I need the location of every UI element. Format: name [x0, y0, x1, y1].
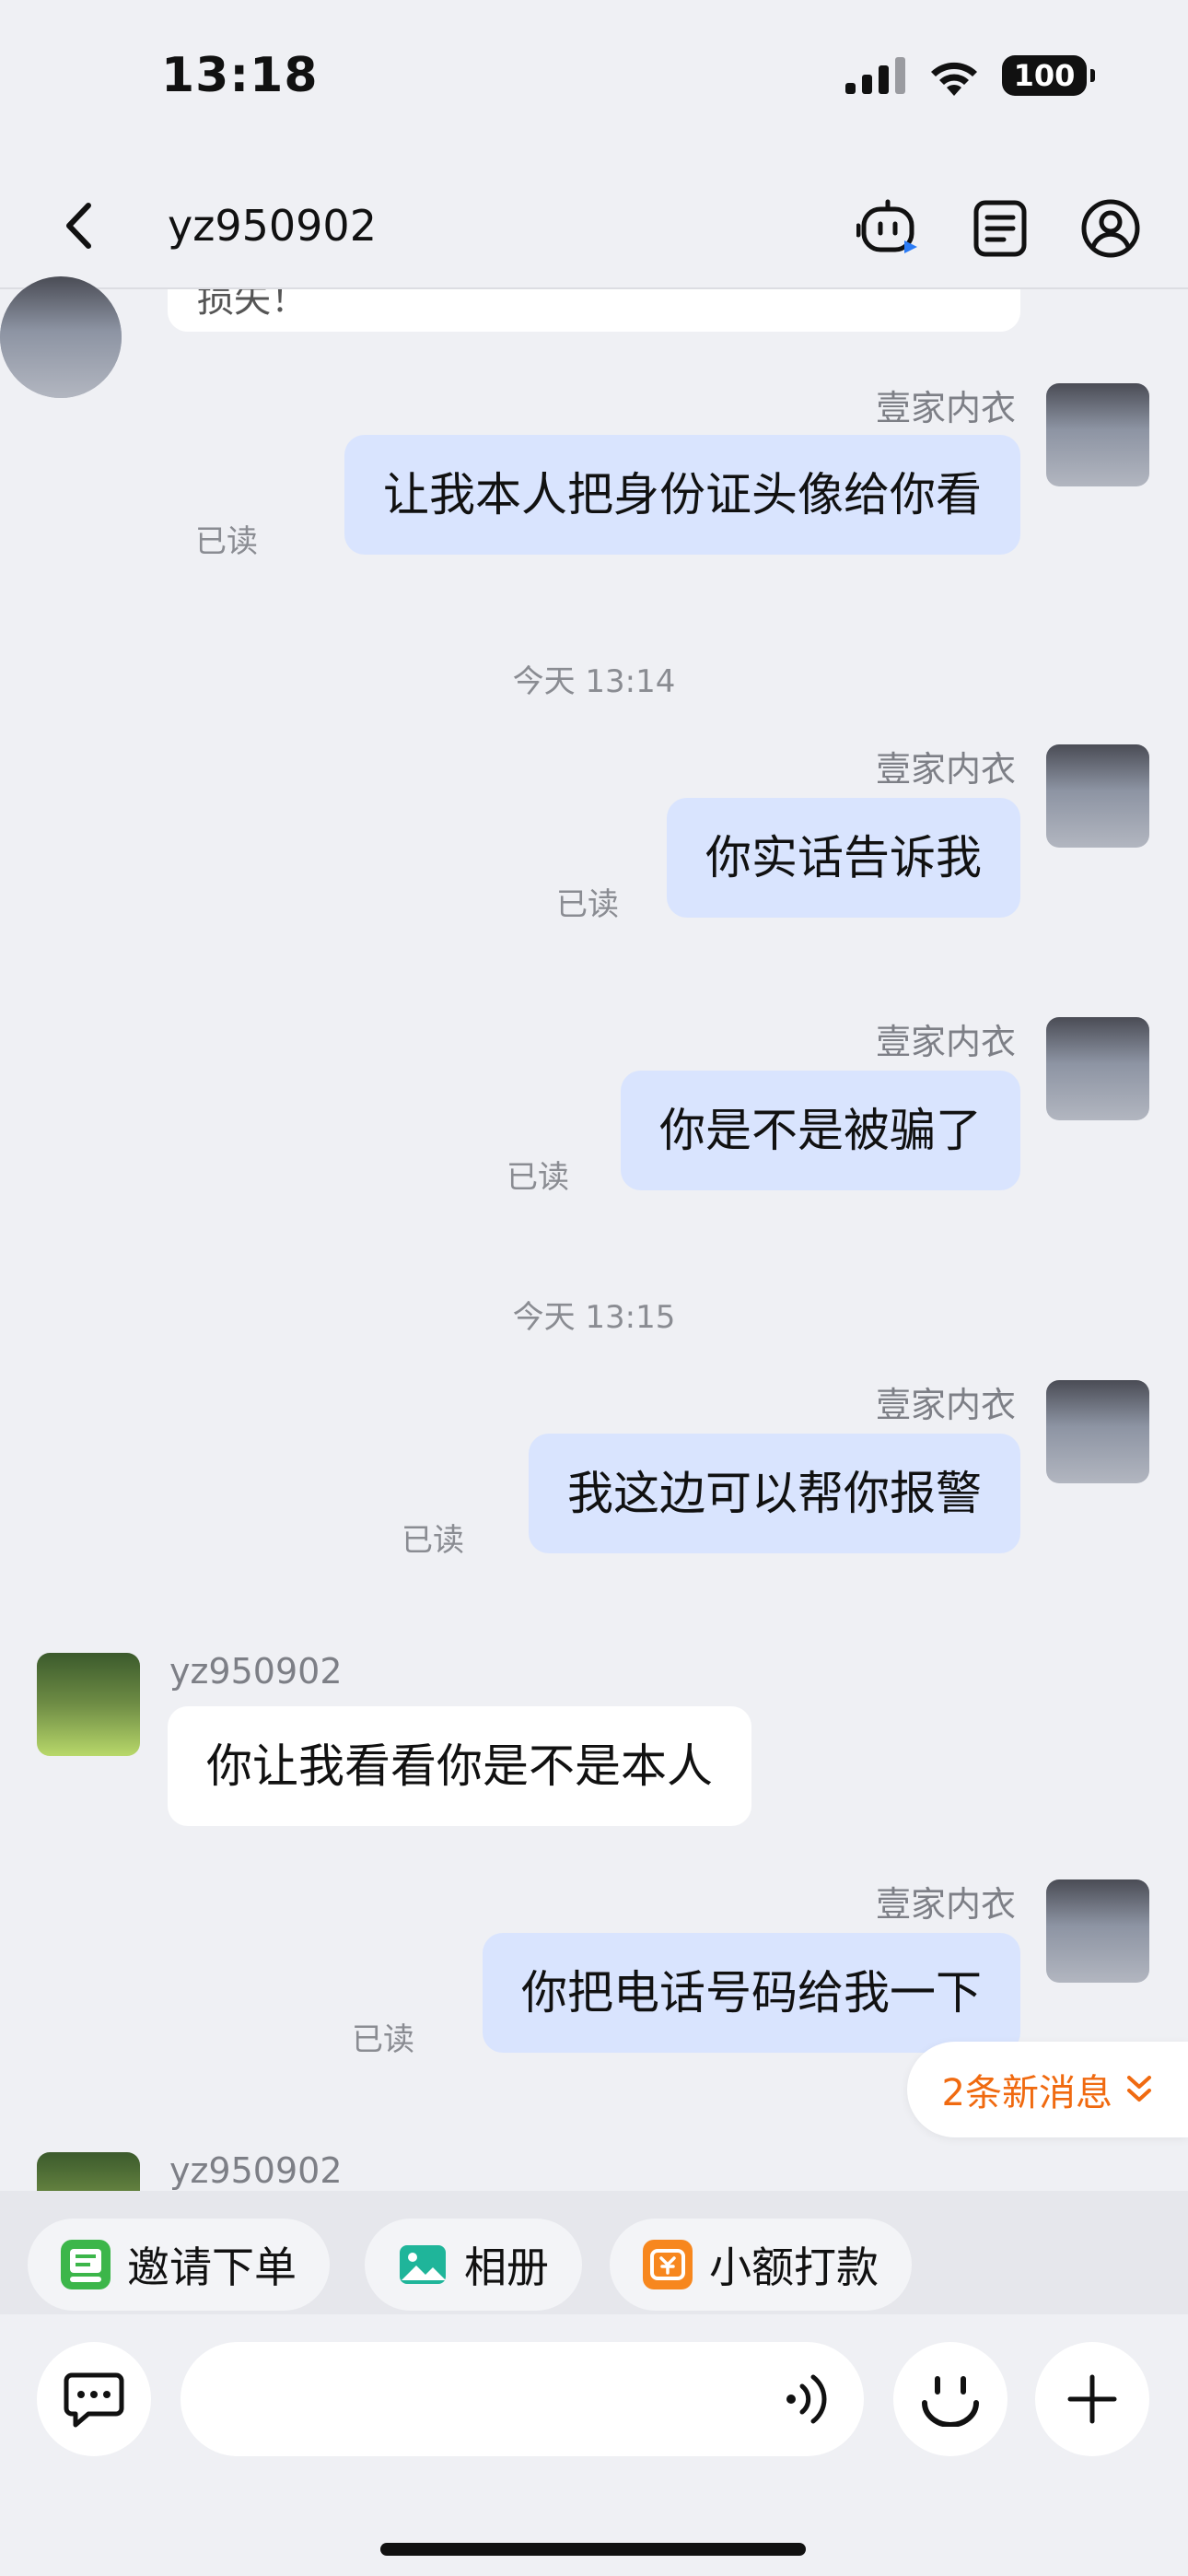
contact-avatar[interactable]	[37, 1653, 140, 1756]
profile-button-overlay[interactable]	[1076, 193, 1146, 263]
read-receipt: 已读	[352, 2021, 414, 2058]
partial-text: 损失！	[197, 289, 308, 321]
status-time: 13:18	[161, 48, 319, 103]
sender-name: 壹家内衣	[875, 388, 1016, 428]
invite-order-button[interactable]: 邀请下单	[28, 2219, 330, 2311]
small-payment-label: 小额打款	[709, 2242, 879, 2292]
message-bubble[interactable]: 你让我看看你是不是本人	[168, 1706, 751, 1826]
message-text: 你让我看看你是不是本人	[206, 1739, 713, 1793]
album-label: 相册	[464, 2242, 549, 2292]
sender-name: 壹家内衣	[875, 1022, 1016, 1062]
order-icon	[61, 2240, 111, 2289]
document-list-icon	[973, 200, 1027, 257]
emoji-button[interactable]	[893, 2342, 1007, 2456]
contact-avatar-partial[interactable]	[37, 2152, 140, 2191]
smile-icon	[922, 2376, 979, 2427]
sender-name: 壹家内衣	[875, 1385, 1016, 1425]
message-text: 让我本人把身份证头像给你看	[383, 468, 982, 521]
chevron-left-icon	[66, 203, 91, 249]
time-separator: 今天 13:14	[512, 663, 676, 700]
cellular-signal-icon	[845, 57, 905, 94]
robot-assistant-button-overlay[interactable]	[855, 193, 925, 263]
message-text: 你把电话号码给我一下	[521, 1966, 982, 2020]
voice-input-button[interactable]	[772, 2370, 845, 2429]
self-avatar[interactable]	[1046, 383, 1149, 486]
chat-bubble-icon	[64, 2372, 124, 2428]
new-messages-button[interactable]: 2条新消息	[906, 2042, 1188, 2137]
robot-icon	[856, 199, 917, 253]
message-bubble[interactable]: 你把电话号码给我一下	[483, 1933, 1020, 2053]
message-bubble[interactable]: 你是不是被骗了	[621, 1071, 1020, 1190]
sender-name: yz950902	[169, 1651, 343, 1692]
message-text: 你是不是被骗了	[659, 1104, 982, 1157]
quick-reply-button[interactable]	[37, 2342, 151, 2456]
more-actions-button[interactable]	[1035, 2342, 1149, 2456]
back-button-overlay[interactable]	[51, 193, 106, 258]
plus-icon	[1067, 2374, 1117, 2424]
voice-wave-icon	[786, 2374, 827, 2424]
contact-avatar-top[interactable]	[0, 276, 122, 398]
sender-name: 壹家内衣	[875, 749, 1016, 790]
album-icon	[400, 2245, 446, 2284]
self-avatar[interactable]	[1046, 1017, 1149, 1120]
read-receipt: 已读	[507, 1159, 569, 1196]
chat-title-overlay: yz950902	[168, 201, 377, 251]
read-receipt: 已读	[195, 523, 258, 560]
album-button[interactable]: 相册	[365, 2219, 582, 2311]
input-bar	[0, 2314, 1188, 2576]
payment-icon	[643, 2240, 693, 2289]
self-avatar[interactable]	[1046, 744, 1149, 848]
battery-indicator: 100	[1002, 55, 1095, 96]
message-text: 我这边可以帮你报警	[567, 1467, 982, 1520]
read-receipt: 已读	[402, 1522, 464, 1559]
sender-name: 壹家内衣	[875, 1884, 1016, 1925]
quick-action-bar: 邀请下单 相册 小额打款	[0, 2191, 1188, 2314]
status-icons: 100	[845, 55, 1095, 96]
self-avatar[interactable]	[1046, 1879, 1149, 1983]
self-avatar[interactable]	[1046, 1380, 1149, 1483]
message-input[interactable]	[181, 2342, 864, 2456]
small-payment-button[interactable]: 小额打款	[610, 2219, 912, 2311]
message-bubble[interactable]: 让我本人把身份证头像给你看	[344, 435, 1020, 555]
time-separator: 今天 13:15	[512, 1299, 676, 1336]
user-profile-icon	[1081, 199, 1140, 258]
double-chevron-down-icon	[1127, 2076, 1151, 2102]
sender-name: yz950902	[169, 2150, 343, 2191]
wifi-icon	[931, 62, 977, 96]
partial-bubble-tail: 损失！	[168, 289, 1020, 332]
message-bubble[interactable]: 我这边可以帮你报警	[529, 1434, 1020, 1553]
read-receipt: 已读	[556, 886, 619, 923]
message-bubble[interactable]: 你实话告诉我	[667, 798, 1020, 918]
new-messages-label: 2条新消息	[941, 2072, 1112, 2114]
invite-order-label: 邀请下单	[127, 2242, 297, 2292]
home-indicator	[380, 2543, 806, 2556]
order-list-button-overlay[interactable]	[965, 193, 1035, 263]
message-text: 你实话告诉我	[705, 831, 982, 884]
